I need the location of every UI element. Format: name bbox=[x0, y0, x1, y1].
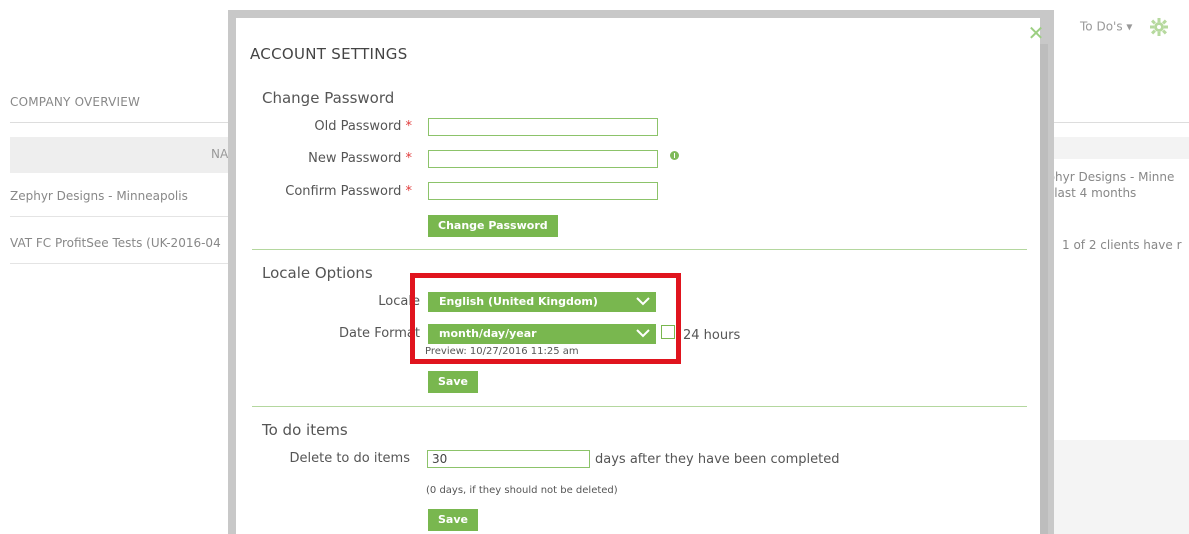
gear-icon[interactable] bbox=[1150, 18, 1169, 36]
top-nav: To Do's ▾ bbox=[1080, 18, 1169, 36]
date-format-label: Date Format bbox=[338, 326, 420, 341]
new-password-input[interactable] bbox=[428, 150, 658, 168]
change-password-button[interactable]: Change Password bbox=[428, 215, 558, 237]
right-text: ephyr Designs - Minne bbox=[1040, 170, 1175, 184]
info-icon[interactable] bbox=[670, 151, 679, 160]
divider bbox=[10, 122, 232, 123]
table-row[interactable]: Zephyr Designs - Minneapolis bbox=[10, 175, 232, 217]
locale-save-button[interactable]: Save bbox=[428, 371, 478, 393]
locale-label: Locale bbox=[378, 294, 420, 309]
highlight-box bbox=[410, 273, 681, 364]
old-password-input[interactable] bbox=[428, 118, 658, 136]
grid-header: NA bbox=[10, 137, 232, 173]
todo-save-button[interactable]: Save bbox=[428, 509, 478, 531]
divider bbox=[1048, 122, 1189, 123]
right-panel bbox=[1048, 440, 1189, 534]
delete-todo-label: Delete to do items bbox=[289, 451, 410, 466]
table-row[interactable]: VAT FC ProfitSee Tests (UK-2016-04 bbox=[10, 222, 232, 264]
confirm-password-input[interactable] bbox=[428, 182, 658, 200]
grid-header-right bbox=[1048, 137, 1189, 159]
dialog-title: ACCOUNT SETTINGS bbox=[250, 45, 408, 63]
section-divider bbox=[252, 406, 1027, 407]
close-icon[interactable]: ✕ bbox=[1027, 23, 1045, 43]
right-text: 1 of 2 clients have r bbox=[1062, 238, 1182, 252]
delete-note: (0 days, if they should not be deleted) bbox=[426, 485, 618, 496]
24-hours-label: 24 hours bbox=[683, 328, 741, 343]
dialog-scrollbar[interactable] bbox=[1040, 44, 1048, 534]
old-password-label: Old Password * bbox=[314, 119, 412, 134]
company-overview-title: COMPANY OVERVIEW bbox=[10, 95, 141, 109]
right-text: e last 4 months bbox=[1043, 186, 1137, 200]
grid-header-name[interactable]: NA bbox=[211, 147, 228, 161]
change-password-heading: Change Password bbox=[262, 89, 395, 107]
new-password-label: New Password * bbox=[308, 151, 412, 166]
delete-days-input[interactable] bbox=[427, 450, 590, 468]
confirm-password-label: Confirm Password * bbox=[285, 184, 412, 199]
section-divider bbox=[252, 249, 1027, 250]
todo-items-heading: To do items bbox=[262, 421, 348, 439]
days-after-label: days after they have been completed bbox=[595, 452, 840, 467]
locale-options-heading: Locale Options bbox=[262, 264, 373, 282]
todos-menu[interactable]: To Do's ▾ bbox=[1080, 20, 1132, 34]
